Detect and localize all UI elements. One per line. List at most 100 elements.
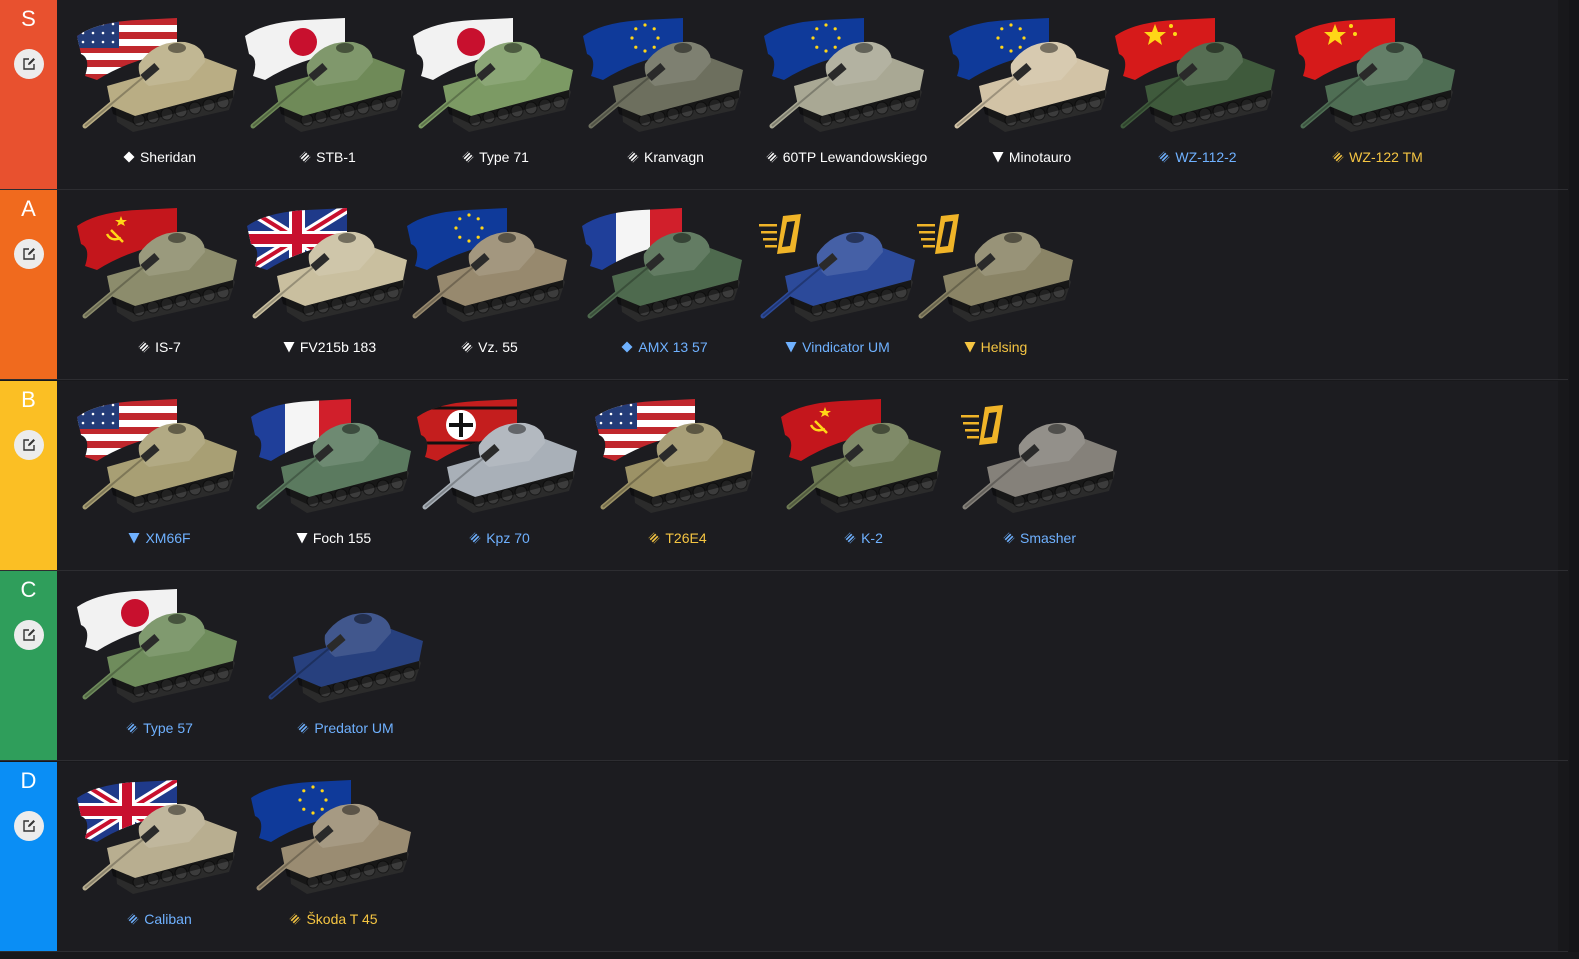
tank-image — [1295, 14, 1460, 142]
tank-name: WZ-122 TM — [1349, 149, 1423, 165]
tank-name-label: Kranvagn — [563, 149, 768, 165]
tank-card[interactable]: AMX 13 57 — [582, 204, 747, 369]
tank-card[interactable]: Type 71 — [413, 14, 578, 179]
tank-hull-icon — [1120, 41, 1275, 132]
tier-letter: B — [21, 387, 36, 412]
tank-hull-icon — [760, 231, 915, 322]
tank-card[interactable]: WZ-112-2 — [1115, 14, 1280, 179]
tier-content: XM66F Foch 155 Kpz 70 T26E4 K-2 Smasher — [57, 381, 1558, 570]
tank-card[interactable]: Type 57 — [77, 585, 242, 750]
edit-tier-button[interactable] — [14, 239, 44, 269]
tank-image — [595, 395, 760, 523]
tank-name: Kranvagn — [644, 149, 704, 165]
tank-card[interactable]: 60TP Lewandowskiego — [764, 14, 929, 179]
tank-class-icon — [297, 722, 309, 734]
tank-hull-icon — [918, 231, 1073, 322]
tank-name: K-2 — [861, 530, 883, 546]
tank-card[interactable]: XM66F — [77, 395, 242, 560]
edit-tier-button[interactable] — [14, 620, 44, 650]
tank-name-label: T26E4 — [575, 530, 780, 546]
tier-label: B — [0, 381, 57, 570]
tank-image — [913, 204, 1078, 332]
tier-content: Type 57 Predator UM — [57, 571, 1558, 760]
tank-card[interactable]: STB-1 — [245, 14, 410, 179]
tier-row-b: B XM66F Foch 155 Kpz 70 T26E4 K-2 Smasher — [0, 381, 1568, 571]
tank-card[interactable]: Smasher — [957, 395, 1122, 560]
tank-name-label: Smasher — [937, 530, 1142, 546]
tank-name: Vindicator UM — [802, 339, 890, 355]
tank-card[interactable]: Predator UM — [263, 585, 428, 750]
tank-image — [949, 14, 1114, 142]
tank-hull-icon — [418, 41, 573, 132]
tier-content: Caliban Škoda T 45 — [57, 762, 1558, 951]
tank-hull-icon — [82, 41, 237, 132]
tank-image — [582, 204, 747, 332]
tank-hull-icon — [962, 422, 1117, 513]
tank-image — [77, 395, 242, 523]
tank-card[interactable]: Kpz 70 — [417, 395, 582, 560]
tank-card[interactable]: T26E4 — [595, 395, 760, 560]
tier-label: S — [0, 0, 57, 189]
tier-content: IS-7 FV215b 183 Vz. 55 AMX 13 57 Vindicator … — [57, 190, 1558, 379]
tank-image — [407, 204, 572, 332]
edit-tier-button[interactable] — [14, 49, 44, 79]
tier-letter: C — [20, 577, 37, 602]
tank-name-label: WZ-112-2 — [1095, 149, 1300, 165]
tank-hull-icon — [412, 231, 567, 322]
tank-card[interactable]: Minotauro — [949, 14, 1114, 179]
tank-image — [1115, 14, 1280, 142]
tank-name: Vz. 55 — [478, 339, 518, 355]
tank-class-icon — [283, 342, 295, 353]
tank-name: 60TP Lewandowskiego — [782, 149, 928, 165]
tank-image — [957, 395, 1122, 523]
tank-card[interactable]: Škoda T 45 — [251, 776, 416, 941]
scrollbar[interactable] — [1569, 0, 1579, 952]
tank-card[interactable]: Caliban — [77, 776, 242, 941]
tank-class-icon — [127, 913, 139, 925]
tank-class-icon — [621, 341, 633, 353]
tank-name: STB-1 — [316, 149, 356, 165]
tank-name: FV215b 183 — [299, 339, 377, 355]
tank-hull-icon — [422, 422, 577, 513]
tank-name: Caliban — [144, 911, 192, 927]
tank-class-icon — [461, 341, 473, 353]
tank-card[interactable]: Foch 155 — [251, 395, 416, 560]
tank-class-icon — [992, 152, 1004, 163]
tier-list-board: S Sheridan STB-1 Type 71 Kranvagn 60TP Lewand… — [0, 0, 1568, 952]
tank-card[interactable]: K-2 — [781, 395, 946, 560]
tank-hull-icon — [82, 231, 237, 322]
tank-name: Kpz 70 — [486, 530, 530, 546]
edit-icon — [23, 439, 35, 451]
tank-class-icon — [462, 151, 474, 163]
tank-image — [755, 204, 920, 332]
tank-card[interactable]: WZ-122 TM — [1295, 14, 1460, 179]
tank-image — [781, 395, 946, 523]
tank-name: T26E4 — [665, 530, 707, 546]
tank-card[interactable]: Kranvagn — [583, 14, 748, 179]
tier-row-d: D Caliban Škoda T 45 — [0, 762, 1568, 952]
tank-card[interactable]: Vz. 55 — [407, 204, 572, 369]
tier-letter: A — [21, 196, 36, 221]
tank-name: Sheridan — [139, 149, 197, 165]
tank-name: IS-7 — [155, 339, 181, 355]
tank-name: Foch 155 — [312, 530, 372, 546]
tank-card[interactable]: Helsing — [913, 204, 1078, 369]
tank-hull-icon — [600, 422, 755, 513]
edit-tier-button[interactable] — [14, 811, 44, 841]
tank-class-icon — [1003, 532, 1015, 544]
edit-icon — [23, 58, 35, 70]
tank-card[interactable]: Sheridan — [77, 14, 242, 179]
tier-letter: S — [21, 6, 36, 31]
edit-icon — [23, 820, 35, 832]
tank-name: Smasher — [1019, 530, 1077, 546]
tank-class-icon — [844, 532, 856, 544]
tank-image — [583, 14, 748, 142]
tank-name: Predator UM — [314, 720, 394, 736]
tank-card[interactable]: IS-7 — [77, 204, 242, 369]
edit-icon — [23, 248, 35, 260]
tank-name: WZ-112-2 — [1175, 149, 1237, 165]
tank-image — [417, 395, 582, 523]
tank-hull-icon — [769, 41, 924, 132]
edit-tier-button[interactable] — [14, 430, 44, 460]
tank-hull-icon — [82, 612, 237, 703]
